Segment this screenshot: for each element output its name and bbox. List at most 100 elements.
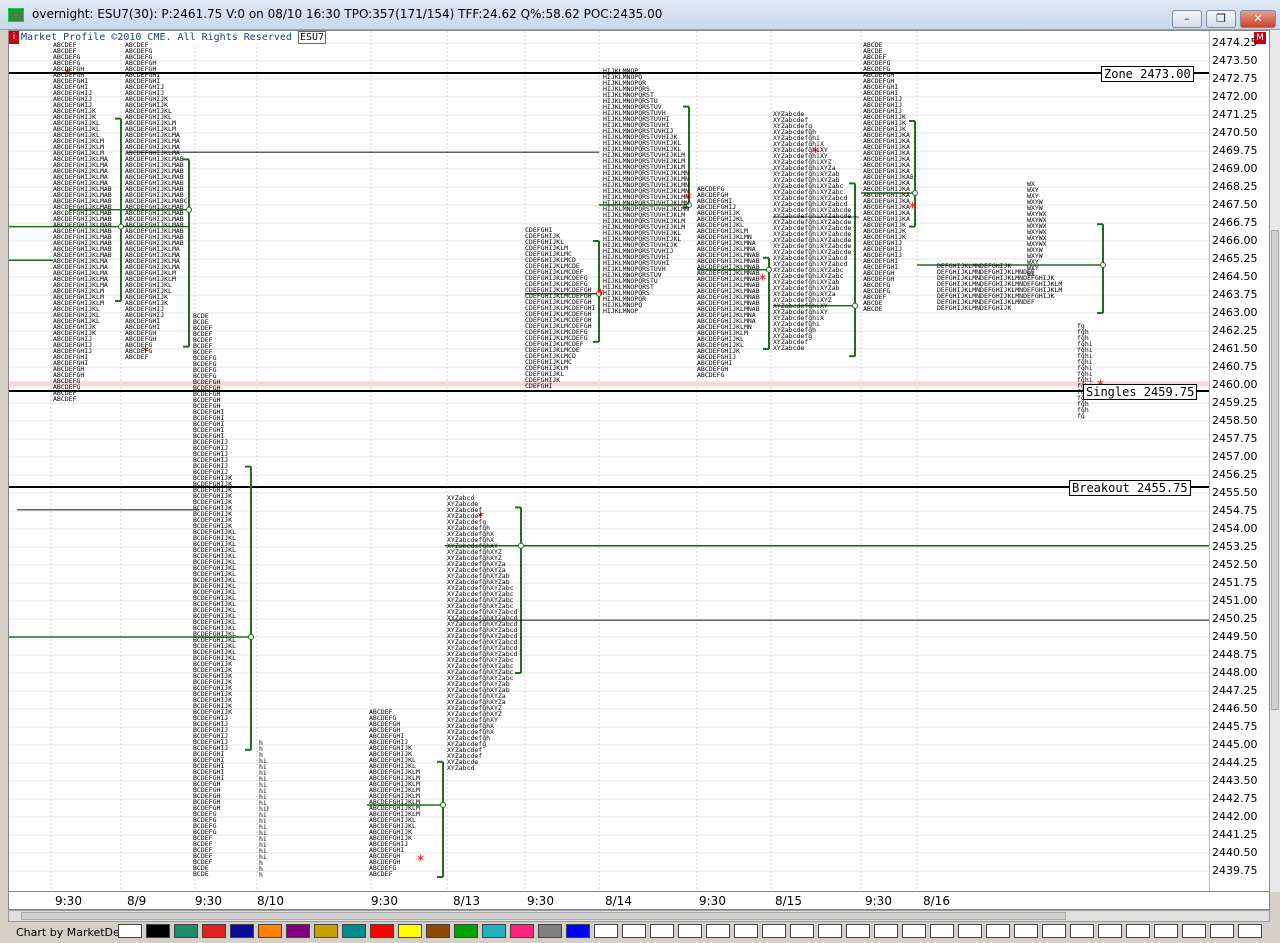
- color-swatch[interactable]: [594, 924, 618, 938]
- vertical-scrollbar[interactable]: [1270, 30, 1280, 892]
- color-swatch[interactable]: [1098, 924, 1122, 938]
- price-tick: 2466.75: [1212, 216, 1258, 229]
- color-swatch[interactable]: [986, 924, 1010, 938]
- price-tick: 2439.75: [1212, 864, 1258, 877]
- color-swatch[interactable]: [510, 924, 534, 938]
- x-label: 8/16: [923, 894, 950, 908]
- color-swatch[interactable]: [930, 924, 954, 938]
- price-tick: 2463.00: [1212, 306, 1258, 319]
- poc-marker: [440, 802, 446, 808]
- price-tick: 2467.50: [1212, 198, 1258, 211]
- tpo-column: fg fgh fgh fghi fghi fghi fghi fghi fghi…: [1077, 322, 1093, 419]
- poc-marker: [118, 223, 124, 230]
- price-tick: 2470.50: [1212, 126, 1258, 139]
- color-swatch[interactable]: [762, 924, 786, 938]
- x-label: 8/15: [775, 894, 802, 908]
- price-tick: 2463.75: [1212, 288, 1258, 301]
- price-tick: 2465.25: [1212, 252, 1258, 265]
- price-tick: 2445.00: [1212, 738, 1258, 751]
- color-swatch[interactable]: [370, 924, 394, 938]
- color-swatch[interactable]: [174, 924, 198, 938]
- color-swatch[interactable]: [1014, 924, 1038, 938]
- color-swatch[interactable]: [706, 924, 730, 938]
- price-tick: 2474.25: [1212, 36, 1258, 49]
- color-swatch[interactable]: [202, 924, 226, 938]
- tpo-column: BCDE BCDE BCDEF BCDEF BCDEF BCDEF BCDEF …: [193, 313, 237, 878]
- color-swatch[interactable]: [734, 924, 758, 938]
- market-profile-chart[interactable]: ********** i Market Profile ©2010 CME. A…: [8, 30, 1270, 892]
- price-tick: 2458.50: [1212, 414, 1258, 427]
- color-swatch[interactable]: [678, 924, 702, 938]
- color-swatch[interactable]: [1154, 924, 1178, 938]
- color-swatch[interactable]: [874, 924, 898, 938]
- tpo-column: XYZabcd XYZabcde XYZabcdef XYZabcdef XYZ…: [447, 495, 518, 773]
- color-swatch[interactable]: [650, 924, 674, 938]
- color-swatch[interactable]: [1238, 924, 1262, 938]
- x-label: 9:30: [865, 894, 892, 908]
- price-tick: 2450.25: [1212, 612, 1258, 625]
- color-swatch[interactable]: [286, 924, 310, 938]
- color-swatch[interactable]: [426, 924, 450, 938]
- color-swatch[interactable]: [230, 924, 254, 938]
- color-swatch[interactable]: [622, 924, 646, 938]
- tpo-column: ABCDEF ABCDEF ABCDEFG ABCDEFG ABCDEFGH A…: [53, 41, 112, 403]
- price-tick: 2461.50: [1212, 342, 1258, 355]
- color-swatch[interactable]: [538, 924, 562, 938]
- color-swatch[interactable]: [342, 924, 366, 938]
- color-swatch[interactable]: [818, 924, 842, 938]
- tpo-column: XYZabcde XYZabcdef XYZabcdefg XYZabcdefg…: [773, 111, 852, 352]
- poc-marker: [766, 266, 772, 273]
- symbol-label: ESU7: [297, 31, 327, 44]
- price-tick: 2460.75: [1212, 360, 1258, 373]
- color-swatch[interactable]: [398, 924, 422, 938]
- singles-level-label: Singles 2459.75: [1083, 384, 1198, 400]
- vertical-scroll-thumb[interactable]: [1271, 230, 1279, 710]
- color-swatch[interactable]: [314, 924, 338, 938]
- window-titlebar: overnight: ESU7(30): P:2461.75 V:0 on 08…: [0, 0, 1280, 30]
- horizontal-scrollbar[interactable]: [8, 910, 1270, 922]
- price-tick: 2451.75: [1212, 576, 1258, 589]
- price-tick: 2442.75: [1212, 792, 1258, 805]
- color-swatch[interactable]: [790, 924, 814, 938]
- app-icon: [8, 8, 24, 22]
- price-tick: 2445.75: [1212, 720, 1258, 733]
- color-swatch[interactable]: [1042, 924, 1066, 938]
- color-swatch[interactable]: [566, 924, 590, 938]
- price-tick: 2469.00: [1212, 162, 1258, 175]
- poc-marker: [518, 542, 524, 549]
- color-swatch[interactable]: [454, 924, 478, 938]
- color-swatch[interactable]: [118, 924, 142, 938]
- price-tick: 2447.25: [1212, 684, 1258, 697]
- color-swatch[interactable]: [1070, 924, 1094, 938]
- color-swatch[interactable]: [1126, 924, 1150, 938]
- price-tick: 2440.50: [1212, 846, 1258, 859]
- price-tick: 2442.00: [1212, 810, 1258, 823]
- price-tick: 2444.25: [1212, 756, 1258, 769]
- color-swatch[interactable]: [958, 924, 982, 938]
- color-swatch[interactable]: [482, 924, 506, 938]
- color-swatch[interactable]: [146, 924, 170, 938]
- minimize-button[interactable]: –: [1172, 10, 1202, 28]
- tpo-column: HIJKLMNOP HIJKLMNOPQ HIJKLMNOPQR HIJKLMN…: [603, 68, 690, 316]
- horizontal-scroll-thumb[interactable]: [21, 912, 1066, 920]
- tpo-column: ABCDEF ABCDEFG ABCDEFG ABCDEFGH ABCDEFGH…: [125, 41, 187, 361]
- price-axis[interactable]: M 2474.25 2473.50 2472.75 2472.00 2471.25 247…: [1209, 31, 1269, 891]
- color-swatch[interactable]: [846, 924, 870, 938]
- x-label: 8/13: [453, 894, 480, 908]
- tpo-column: h h h hi hi hi hi hi hi hi hi hih hi hi …: [259, 740, 269, 880]
- color-swatch[interactable]: [1210, 924, 1234, 938]
- price-tick: 2441.25: [1212, 828, 1258, 841]
- price-tick: 2462.25: [1212, 324, 1258, 337]
- info-badge[interactable]: i: [9, 31, 19, 44]
- price-tick: 2460.00: [1212, 378, 1258, 391]
- price-tick: 2448.75: [1212, 648, 1258, 661]
- color-swatch[interactable]: [1182, 924, 1206, 938]
- color-swatch[interactable]: [902, 924, 926, 938]
- price-tick: 2473.50: [1212, 54, 1258, 67]
- close-button[interactable]: ✕: [1240, 10, 1276, 28]
- maximize-button[interactable]: ❐: [1206, 10, 1236, 28]
- color-swatch[interactable]: [258, 924, 282, 938]
- x-label: 9:30: [195, 894, 222, 908]
- poc-marker: [912, 190, 918, 196]
- price-tick: 2454.00: [1212, 522, 1258, 535]
